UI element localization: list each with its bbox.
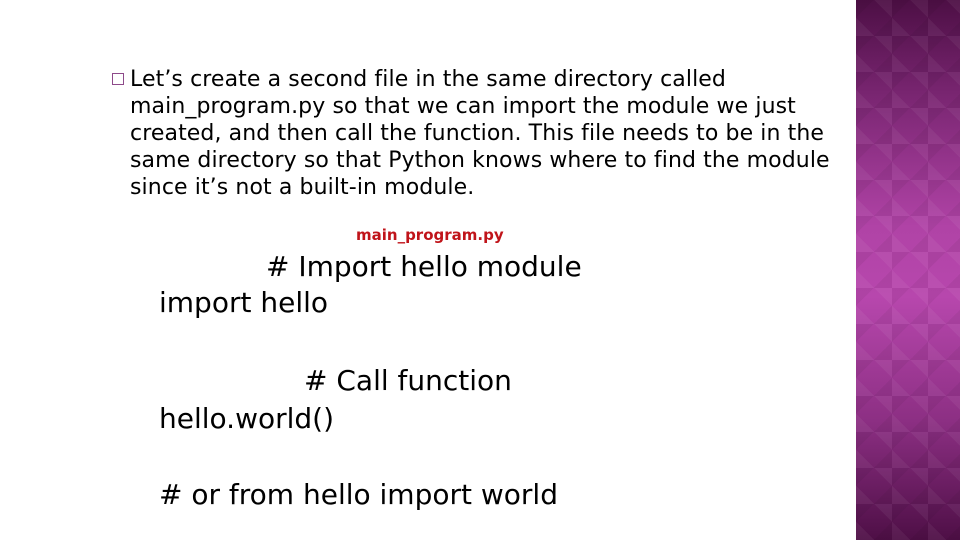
code-comment-import: # Import hello module [266,250,582,283]
code-comment-call: # Call function [304,364,512,397]
code-comment-alternative: # or from hello import world [159,478,558,511]
slide: Let’s create a second file in the same d… [0,0,960,540]
file-name-label: main_program.py [356,226,504,244]
bullet-text: Let’s create a second file in the same d… [130,67,830,200]
code-function-call: hello.world() [159,402,335,435]
decorative-side-panel [856,0,960,540]
diamond-pattern [856,0,960,540]
bullet-paragraph: Let’s create a second file in the same d… [112,66,842,201]
hollow-square-bullet-icon [112,73,124,85]
code-import-statement: import hello [159,286,329,319]
